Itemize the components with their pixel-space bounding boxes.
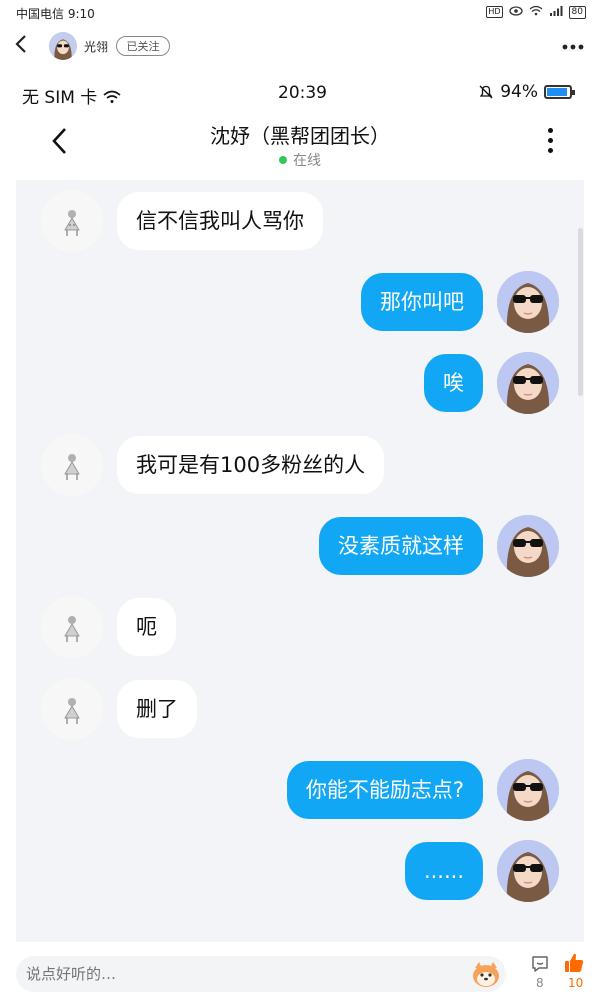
chat-screenshot: 无 SIM 卡 20:39 94% 沈妤（黑帮团团长） 在线 信不信我叫人骂你 …	[16, 72, 584, 942]
message-bubble-out: 那你叫吧	[361, 273, 483, 331]
message-row: 信不信我叫人骂你	[41, 190, 323, 252]
comment-icon[interactable]	[530, 954, 550, 974]
online-status: 在线	[16, 150, 584, 170]
back-button[interactable]	[14, 32, 36, 62]
comment-input[interactable]	[16, 956, 506, 992]
signal-icon	[549, 5, 563, 19]
contact-avatar[interactable]	[41, 678, 103, 740]
status-icons: HD 80	[486, 5, 586, 19]
message-row: 你能不能励志点?	[286, 759, 559, 821]
more-options-button[interactable]	[562, 34, 584, 54]
post-header: 光翎 已关注	[0, 26, 600, 68]
wifi-icon	[529, 5, 543, 19]
inner-status-bar: 无 SIM 卡 20:39 94%	[16, 72, 584, 112]
message-row: ......	[404, 840, 559, 902]
my-avatar[interactable]	[497, 515, 559, 577]
carrier-time: 中国电信 9:10	[16, 7, 95, 21]
message-bubble-in: 呃	[117, 598, 176, 656]
emoji-icon[interactable]	[470, 958, 502, 990]
eye-icon	[508, 5, 523, 19]
comment-bar: 8 10	[0, 944, 600, 1000]
outer-status-bar: 中国电信 9:10 HD 80	[0, 0, 600, 26]
online-dot-icon	[279, 156, 287, 164]
message-bubble-in: 信不信我叫人骂你	[117, 192, 323, 250]
author-name[interactable]: 光翎	[84, 38, 108, 55]
hd-icon: HD	[486, 6, 503, 18]
contact-avatar[interactable]	[41, 434, 103, 496]
bell-off-icon	[479, 85, 493, 99]
message-row: 呃	[41, 596, 176, 658]
contact-avatar[interactable]	[41, 596, 103, 658]
chat-title: 沈妤（黑帮团团长）	[210, 124, 390, 148]
follow-button[interactable]: 已关注	[116, 36, 170, 56]
my-avatar[interactable]	[497, 271, 559, 333]
message-row: 删了	[41, 678, 197, 740]
chat-menu-button[interactable]	[548, 128, 554, 153]
scrollbar[interactable]	[578, 228, 583, 396]
message-row: 那你叫吧	[361, 271, 559, 333]
contact-avatar[interactable]	[41, 190, 103, 252]
author-avatar[interactable]	[49, 32, 77, 60]
battery-icon	[544, 85, 575, 99]
my-avatar[interactable]	[497, 759, 559, 821]
message-row: 我可是有100多粉丝的人	[41, 434, 385, 496]
message-bubble-in: 删了	[117, 680, 197, 738]
inner-battery-percent: 94%	[500, 82, 538, 102]
message-bubble-out: ......	[404, 842, 483, 900]
my-avatar[interactable]	[497, 840, 559, 902]
inner-status-right: 94%	[478, 82, 575, 102]
chevron-left-icon	[15, 35, 26, 53]
battery-outer: 80	[568, 5, 586, 19]
wifi-question-icon	[103, 90, 121, 103]
message-bubble-out: 唉	[424, 354, 483, 412]
inner-time: 20:39	[278, 83, 327, 103]
my-avatar[interactable]	[497, 352, 559, 414]
message-bubble-out: 没素质就这样	[319, 517, 483, 575]
more-dots-icon	[562, 44, 584, 50]
chat-header: 沈妤（黑帮团团长） 在线	[16, 112, 584, 180]
thumbs-up-icon[interactable]	[563, 952, 585, 974]
message-row: 唉	[424, 352, 559, 414]
message-bubble-out: 你能不能励志点?	[286, 761, 483, 819]
like-count: 10	[568, 976, 584, 990]
comment-count: 8	[536, 976, 544, 990]
sim-status: 无 SIM 卡	[22, 83, 123, 108]
message-row: 没素质就这样	[319, 515, 559, 577]
message-bubble-in: 我可是有100多粉丝的人	[117, 436, 385, 494]
